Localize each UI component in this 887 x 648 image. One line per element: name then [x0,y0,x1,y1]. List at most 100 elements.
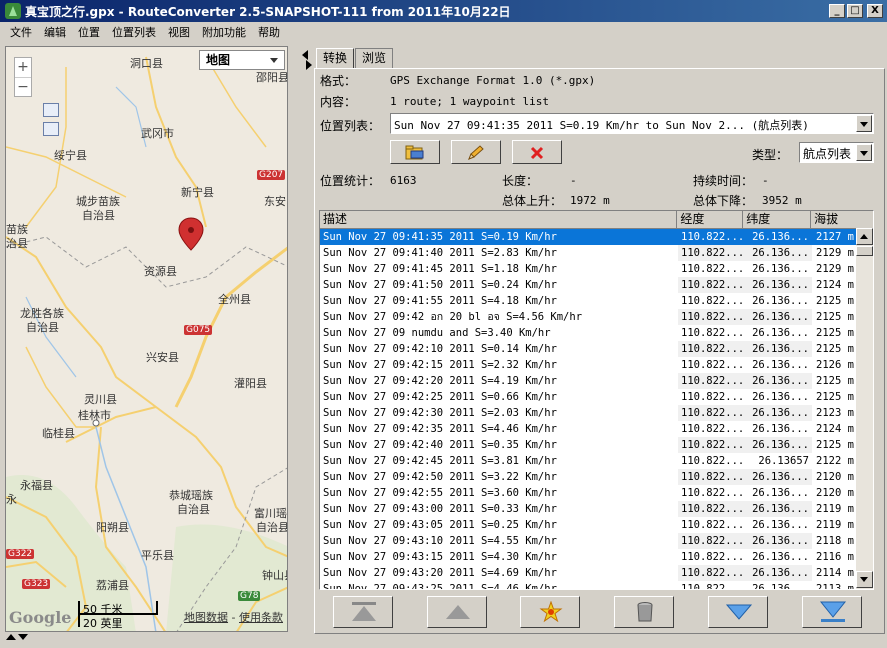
cell-elevation: 2118 m [816,535,854,547]
place-label: 自治县 [26,321,59,334]
scroll-thumb[interactable] [856,246,873,256]
delete-position-button[interactable] [614,596,674,628]
column-elevation[interactable]: 海拔 [811,211,873,228]
table-row[interactable]: Sun Nov 27 09:43:25 2011 S=4.46 Km/hr 110… [320,581,873,590]
cell-description: Sun Nov 27 09:42:15 2011 S=2.32 Km/hr [323,359,557,371]
menu-position[interactable]: 位置 [72,24,106,40]
map-type-select[interactable]: 地图 [199,50,285,70]
edit-list-button[interactable] [451,140,501,164]
menu-edit[interactable]: 编辑 [38,24,72,40]
zoom-out-button[interactable]: − [15,77,31,96]
google-logo[interactable]: Google [9,608,71,627]
zoom-fit-icon[interactable] [43,122,59,136]
table-row[interactable]: Sun Nov 27 09:41:35 2011 S=0.19 Km/hr 110… [320,229,873,245]
table-row[interactable]: Sun Nov 27 09:42:25 2011 S=0.66 Km/hr 110… [320,389,873,405]
table-row[interactable]: Sun Nov 27 09:43:00 2011 S=0.33 Km/hr 110… [320,501,873,517]
cell-elevation: 2125 m [816,439,854,451]
place-label: 阳朔县 [96,521,129,534]
table-row[interactable]: Sun Nov 27 09:41:55 2011 S=4.18 Km/hr 110… [320,293,873,309]
terms-link[interactable]: 使用条款 [239,611,283,624]
table-row[interactable]: Sun Nov 27 09:43:15 2011 S=4.30 Km/hr 110… [320,549,873,565]
cell-elevation: 2113 m [816,583,854,590]
place-label: 绥宁县 [54,149,87,162]
tab-browse[interactable]: 浏览 [355,48,394,68]
close-button[interactable]: X [867,4,883,18]
cell-latitude: 26.136... [744,469,812,485]
road-badge: G323 [22,579,51,589]
table-row[interactable]: Sun Nov 27 09:43:05 2011 S=0.25 Km/hr 110… [320,517,873,533]
menu-help[interactable]: 帮助 [252,24,286,40]
positions-table[interactable]: 描述 经度 纬度 海拔 Sun Nov 27 09:41:35 2011 S=0… [319,210,874,590]
table-row[interactable]: Sun Nov 27 09:41:40 2011 S=2.83 Km/hr 110… [320,245,873,261]
table-row[interactable]: Sun Nov 27 09:43:20 2011 S=4.69 Km/hr 110… [320,565,873,581]
table-row[interactable]: Sun Nov 27 09:42:35 2011 S=4.46 Km/hr 110… [320,421,873,437]
minimize-button[interactable]: _ [829,4,845,18]
open-list-button[interactable] [390,140,440,164]
cell-elevation: 2120 m [816,471,854,483]
collapse-down-icon[interactable] [18,634,28,640]
zoom-in-button[interactable]: + [15,58,31,77]
column-description[interactable]: 描述 [320,211,678,228]
add-position-button[interactable] [520,596,580,628]
column-latitude[interactable]: 纬度 [743,211,812,228]
chevron-down-icon[interactable] [856,144,872,161]
cell-latitude: 26.136... [744,565,812,581]
place-label: 治县 [6,237,28,250]
move-down-button[interactable] [708,596,768,628]
menu-extras[interactable]: 附加功能 [196,24,252,40]
cell-longitude: 110.822... [681,455,744,467]
place-label: 灵川县 [84,393,117,406]
cell-longitude: 110.822... [681,391,744,403]
map-view[interactable]: 洞口县 邵阳县 隆回 武冈市 绥宁县 新宁县 城步苗族 自治县 东安 苗族 治县… [5,46,288,632]
expand-right-icon[interactable] [306,60,312,70]
menu-view[interactable]: 视图 [162,24,196,40]
cell-latitude: 26.136... [752,519,809,531]
move-to-bottom-button[interactable] [802,596,862,628]
collapse-left-icon[interactable] [302,50,308,60]
cell-latitude: 26.136... [752,263,809,275]
bottom-splitter[interactable] [6,634,28,640]
menu-position-list[interactable]: 位置列表 [106,24,162,40]
map-data-link[interactable]: 地图数据 [184,611,228,624]
length-label: 长度： [502,174,539,188]
table-row[interactable]: Sun Nov 27 09:42:10 2011 S=0.14 Km/hr 110… [320,341,873,357]
move-up-button[interactable] [427,596,487,628]
table-row[interactable]: Sun Nov 27 09:42:30 2011 S=2.03 Km/hr 110… [320,405,873,421]
splitter[interactable] [290,46,312,632]
table-row[interactable]: Sun Nov 27 09:42:40 2011 S=0.35 Km/hr 110… [320,437,873,453]
table-row[interactable]: Sun Nov 27 09:41:45 2011 S=1.18 Km/hr 110… [320,261,873,277]
table-row[interactable]: Sun Nov 27 09:42:20 2011 S=4.19 Km/hr 110… [320,373,873,389]
cell-description: Sun Nov 27 09:43:20 2011 S=4.69 Km/hr [323,567,557,579]
column-longitude[interactable]: 经度 [677,211,744,228]
tab-convert[interactable]: 转换 [316,48,355,69]
position-list-select[interactable]: Sun Nov 27 09:41:35 2011 S=0.19 Km/hr to… [390,113,874,134]
place-label: 灌阳县 [234,377,267,390]
table-row[interactable]: Sun Nov 27 09 numdu and S=3.40 Km/hr 110.… [320,325,873,341]
table-row[interactable]: Sun Nov 27 09:42:50 2011 S=3.22 Km/hr 110… [320,469,873,485]
table-row[interactable]: Sun Nov 27 09:42 อก 20 bl อจ S=4.56 Km/h… [320,309,873,325]
link-separator: - [228,611,239,624]
cell-longitude: 110.822... [681,263,744,275]
table-row[interactable]: Sun Nov 27 09:42:55 2011 S=3.60 Km/hr 110… [320,485,873,501]
scroll-up-button[interactable] [856,228,873,245]
scroll-down-button[interactable] [856,571,873,588]
cell-elevation: 2125 m [816,391,854,403]
cell-elevation: 2125 m [816,343,854,355]
cell-description: Sun Nov 27 09:42:30 2011 S=2.03 Km/hr [323,407,557,419]
chevron-down-icon[interactable] [856,115,872,132]
table-scrollbar[interactable] [856,228,873,589]
table-row[interactable]: Sun Nov 27 09:41:50 2011 S=0.24 Km/hr 110… [320,277,873,293]
cell-latitude: 26.136... [752,295,809,307]
move-to-top-button[interactable] [333,596,393,628]
table-row[interactable]: Sun Nov 27 09:42:15 2011 S=2.32 Km/hr 110… [320,357,873,373]
zoom-select-icon[interactable] [43,103,59,117]
delete-list-button[interactable] [512,140,562,164]
type-select[interactable]: 航点列表 [799,142,874,163]
table-row[interactable]: Sun Nov 27 09:43:10 2011 S=4.55 Km/hr 110… [320,533,873,549]
menu-file[interactable]: 文件 [4,24,38,40]
title-bar[interactable]: 真宝顶之行.gpx - RouteConverter 2.5-SNAPSHOT-… [0,0,887,22]
table-row[interactable]: Sun Nov 27 09:42:45 2011 S=3.81 Km/hr 110… [320,453,873,469]
expand-up-icon[interactable] [6,634,16,640]
maximize-button[interactable]: □ [847,4,863,18]
cell-latitude: 26.136... [744,341,812,357]
